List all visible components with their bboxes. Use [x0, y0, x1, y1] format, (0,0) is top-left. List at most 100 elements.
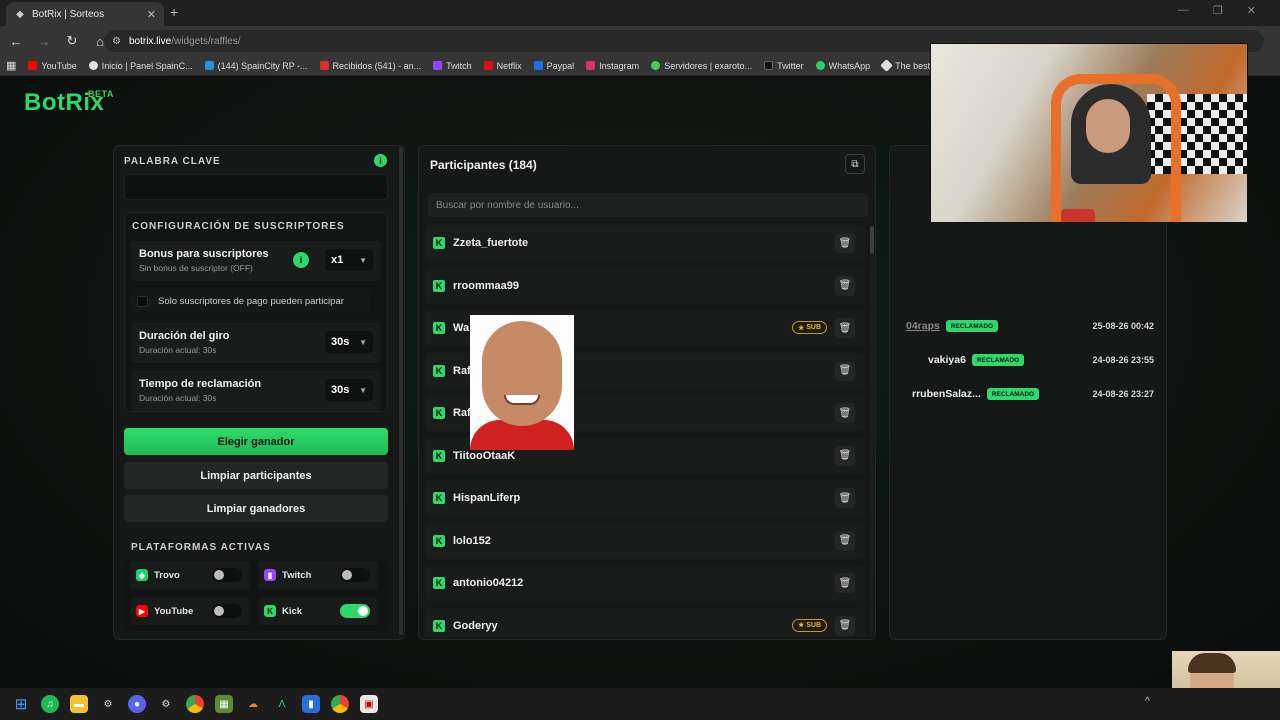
kick-icon: K: [433, 577, 445, 589]
participants-scroll-thumb[interactable]: [870, 226, 874, 254]
app-icon[interactable]: Λ: [273, 695, 291, 713]
participant-name: TiitooOtaaK: [453, 449, 516, 462]
twitch-icon: [433, 61, 443, 70]
participants-scrollbar[interactable]: [870, 225, 874, 637]
subscriber-config-title: CONFIGURACIÓN DE SUSCRIPTORES: [132, 221, 345, 232]
delete-participant-icon[interactable]: 🗑: [835, 318, 855, 338]
participant-row: K HispanLiferp 🗑: [425, 480, 865, 516]
paypal-icon: [533, 61, 543, 70]
claim-time-dropdown[interactable]: 30s ▼: [325, 379, 373, 401]
settings-icon[interactable]: ⚙: [157, 695, 175, 713]
info-icon[interactable]: i: [374, 154, 387, 167]
subscriber-config: CONFIGURACIÓN DE SUSCRIPTORES Bonus para…: [124, 212, 388, 412]
app-icon[interactable]: ▮: [302, 695, 320, 713]
info-icon[interactable]: i: [293, 252, 309, 268]
participant-name: HispanLiferp: [453, 492, 521, 504]
keyword-input[interactable]: [124, 174, 388, 200]
cloud-icon[interactable]: ☁: [244, 695, 262, 713]
steam-icon[interactable]: ⚙: [99, 695, 117, 713]
claim-time-subtitle: Duración actual: 30s: [139, 393, 217, 403]
new-tab-button[interactable]: +: [170, 4, 178, 20]
participant-name: antonio04212: [453, 577, 524, 589]
forward-icon[interactable]: →: [32, 34, 56, 49]
delete-participant-icon[interactable]: 🗑: [835, 275, 855, 296]
delete-participant-icon[interactable]: 🗑: [835, 488, 855, 508]
claimed-badge: RECLAMADO: [971, 354, 1025, 366]
file-explorer-icon[interactable]: ▬: [70, 695, 88, 713]
sub-bonus-row: Bonus para suscriptores Sin bonus de sus…: [131, 241, 381, 281]
tab-title: BotRix | Sorteos: [32, 8, 105, 20]
trovo-toggle[interactable]: [212, 568, 242, 582]
tray-chevron-icon[interactable]: ^: [1145, 696, 1150, 707]
sub-badge: ★ SUB: [791, 618, 827, 632]
winner-row: vakiya6 RECLAMADO 24-08-26 23:55: [928, 354, 1154, 366]
delete-participant-icon[interactable]: 🗑: [835, 233, 855, 253]
left-scrollbar[interactable]: [399, 147, 403, 635]
close-tab-icon[interactable]: ✕: [147, 8, 156, 21]
browser-tab[interactable]: ◆ BotRix | Sorteos ✕: [6, 2, 164, 26]
claim-time-row: Tiempo de reclamación Duración actual: 3…: [131, 371, 381, 411]
bookmark[interactable]: Inicio | Panel SpainC...: [88, 61, 193, 71]
delete-participant-icon[interactable]: 🗑: [835, 403, 855, 423]
url-path: /widgets/raffles/: [171, 35, 241, 47]
gmail-icon: [319, 61, 329, 70]
site-icon: [651, 61, 661, 70]
chrome-icon[interactable]: [331, 695, 349, 713]
copy-icon[interactable]: ⧉: [845, 154, 865, 174]
bookmark[interactable]: Twitter: [764, 61, 804, 71]
delete-participant-icon[interactable]: 🗑: [835, 530, 855, 551]
claimed-badge: RECLAMADO: [986, 388, 1040, 400]
bookmark[interactable]: (144) SpainCity RP -...: [204, 61, 308, 71]
site-info-icon[interactable]: ⚙: [112, 36, 121, 47]
participant-search-input[interactable]: Buscar por nombre de usuario...: [428, 193, 868, 217]
delete-participant-icon[interactable]: 🗑: [835, 573, 855, 593]
participant-name: Goderyy: [453, 619, 498, 632]
paid-only-checkbox[interactable]: [137, 295, 148, 307]
windows-start-icon[interactable]: ⊞: [12, 695, 30, 713]
bookmark[interactable]: Servidores | exaroto...: [651, 61, 752, 71]
sub-bonus-dropdown[interactable]: x1 ▼: [325, 249, 373, 271]
kick-toggle[interactable]: [340, 604, 370, 618]
delete-participant-icon[interactable]: 🗑: [835, 445, 855, 466]
apps-grid-icon[interactable]: ▦: [6, 59, 16, 72]
chevron-down-icon: ▼: [359, 337, 367, 347]
stream-logo: [1061, 209, 1095, 222]
twitch-toggle[interactable]: [340, 568, 370, 582]
back-icon[interactable]: ←: [4, 34, 28, 49]
youtube-toggle[interactable]: [212, 604, 242, 618]
bookmark[interactable]: WhatsApp: [815, 61, 870, 71]
platform-kick: K Kick: [258, 597, 378, 625]
delete-participant-icon[interactable]: 🗑: [835, 360, 855, 381]
overlay-face-image: [470, 315, 574, 450]
bookmark[interactable]: Netflix: [483, 61, 522, 71]
paid-only-label: Solo suscriptores de pago pueden partici…: [158, 295, 344, 307]
trovo-icon: ◆: [136, 569, 148, 581]
spotify-icon[interactable]: ♫: [41, 695, 59, 713]
pick-winner-button[interactable]: Elegir ganador: [124, 428, 388, 455]
participant-name: Wa: [453, 322, 470, 334]
minimize-icon[interactable]: —: [1178, 4, 1189, 17]
maximize-icon[interactable]: ❐: [1213, 4, 1223, 17]
clear-participants-button[interactable]: Limpiar participantes: [124, 462, 388, 489]
claim-time-title: Tiempo de reclamación: [139, 378, 262, 390]
bookmark[interactable]: Instagram: [586, 61, 639, 71]
chevron-down-icon: ▼: [359, 255, 367, 265]
chrome-icon[interactable]: [186, 695, 204, 713]
spin-duration-dropdown[interactable]: 30s ▼: [325, 331, 373, 353]
app-icon[interactable]: ▣: [360, 695, 378, 713]
platform-trovo: ◆ Trovo: [130, 561, 250, 589]
clear-winners-button[interactable]: Limpiar ganadores: [124, 495, 388, 522]
bookmark[interactable]: Recibidos (541) - an...: [319, 61, 421, 71]
bookmark[interactable]: Twitch: [433, 61, 472, 71]
reload-icon[interactable]: ↻: [60, 33, 84, 49]
bookmark[interactable]: YouTube: [28, 61, 77, 71]
instagram-icon: [586, 61, 596, 70]
paid-only-checkbox-row[interactable]: Solo suscriptores de pago pueden partici…: [131, 289, 371, 313]
bookmark[interactable]: Paypal: [533, 61, 574, 71]
discord-icon[interactable]: ●: [128, 695, 146, 713]
kick-icon: K: [433, 449, 445, 462]
window-close-icon[interactable]: ✕: [1247, 4, 1256, 17]
botrix-logo[interactable]: BotRix BETA: [24, 89, 113, 117]
delete-participant-icon[interactable]: 🗑: [835, 615, 855, 636]
minecraft-icon[interactable]: ▦: [215, 695, 233, 713]
